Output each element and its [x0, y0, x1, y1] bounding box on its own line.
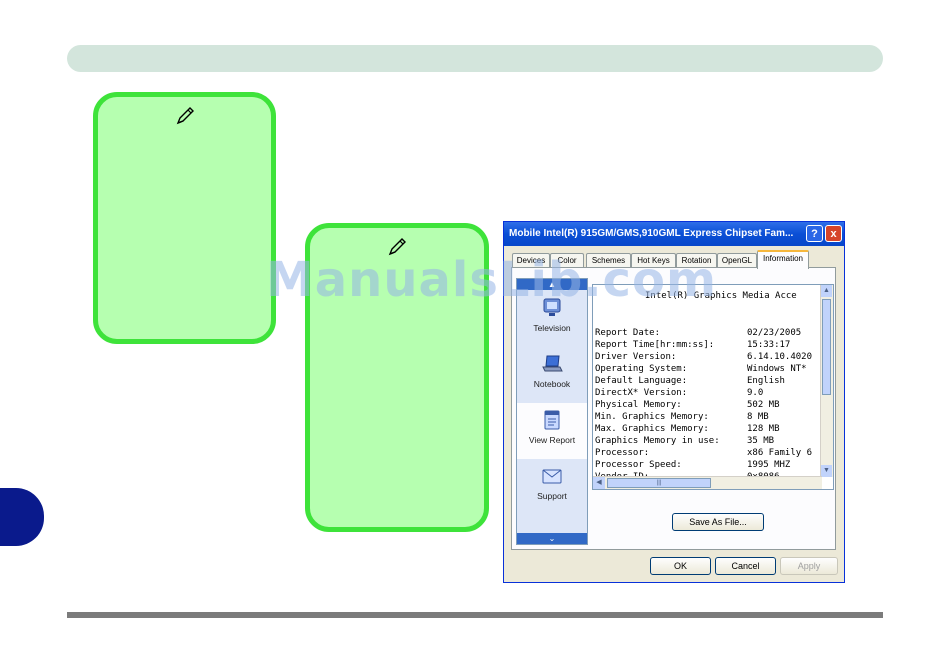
tab-hot-keys[interactable]: Hot Keys — [631, 253, 676, 268]
sidebar-label-notebook: Notebook — [533, 379, 571, 389]
support-icon — [542, 469, 562, 484]
sidebar-item-notebook[interactable]: Notebook — [517, 347, 587, 403]
scroll-left-icon[interactable]: ◀ — [593, 477, 605, 489]
sidebar-item-support[interactable]: Support — [517, 459, 587, 515]
close-button[interactable]: x — [825, 225, 842, 242]
footer-rule — [67, 612, 883, 618]
scroll-down-icon[interactable]: ▼ — [821, 465, 832, 477]
tab-schemes[interactable]: Schemes — [586, 253, 631, 268]
information-panel: ▲ Television Notebook View Report Suppor… — [511, 267, 836, 550]
sidebar-label-television: Television — [533, 323, 571, 333]
report-text-area[interactable]: Intel(R) Graphics Media Acce Report Date… — [592, 284, 834, 490]
tab-rotation[interactable]: Rotation — [676, 253, 717, 268]
notebook-icon — [542, 355, 563, 372]
tab-color[interactable]: Color — [550, 253, 584, 268]
cancel-button[interactable]: Cancel — [715, 557, 776, 575]
sidebar-scroll-down[interactable]: ⌄ — [517, 533, 587, 544]
report-header: Intel(R) Graphics Media Acce — [645, 291, 797, 301]
report-vertical-scrollbar[interactable]: ▲ ▼ — [820, 285, 833, 477]
dialog-title: Mobile Intel(R) 915GM/GMS,910GML Express… — [509, 228, 794, 239]
sidebar-label-support: Support — [537, 491, 567, 501]
save-as-file-button[interactable]: Save As File... — [672, 513, 764, 531]
note-box-1 — [93, 92, 276, 344]
dialog-titlebar[interactable]: Mobile Intel(R) 915GM/GMS,910GML Express… — [504, 222, 844, 246]
apply-button[interactable]: Apply — [780, 557, 838, 575]
sidebar-label-view-report: View Report — [528, 435, 576, 445]
help-button[interactable]: ? — [806, 225, 823, 242]
tab-opengl[interactable]: OpenGL — [717, 253, 757, 268]
report-horizontal-scrollbar[interactable]: ◀ ||| — [593, 476, 822, 489]
horizontal-scroll-thumb[interactable]: ||| — [607, 478, 711, 488]
tab-information[interactable]: Information — [757, 250, 809, 269]
tab-devices[interactable]: Devices — [512, 253, 550, 268]
chapter-tab — [0, 488, 44, 546]
page-header-bar — [67, 45, 883, 72]
sidebar-scroll-up[interactable]: ▲ — [517, 279, 587, 290]
vertical-scroll-thumb[interactable] — [822, 299, 831, 395]
intel-graphics-properties-dialog: Mobile Intel(R) 915GM/GMS,910GML Express… — [503, 221, 845, 583]
note-box-2 — [305, 223, 489, 532]
device-sidebar: ▲ Television Notebook View Report Suppor… — [516, 278, 588, 545]
report-icon — [544, 410, 560, 430]
television-icon — [543, 298, 561, 316]
pencil-icon — [176, 107, 194, 125]
sidebar-item-television[interactable]: Television — [517, 291, 587, 347]
scroll-up-icon[interactable]: ▲ — [821, 285, 832, 297]
ok-button[interactable]: OK — [650, 557, 711, 575]
sidebar-item-view-report[interactable]: View Report — [517, 403, 587, 459]
pencil-icon — [388, 238, 406, 256]
